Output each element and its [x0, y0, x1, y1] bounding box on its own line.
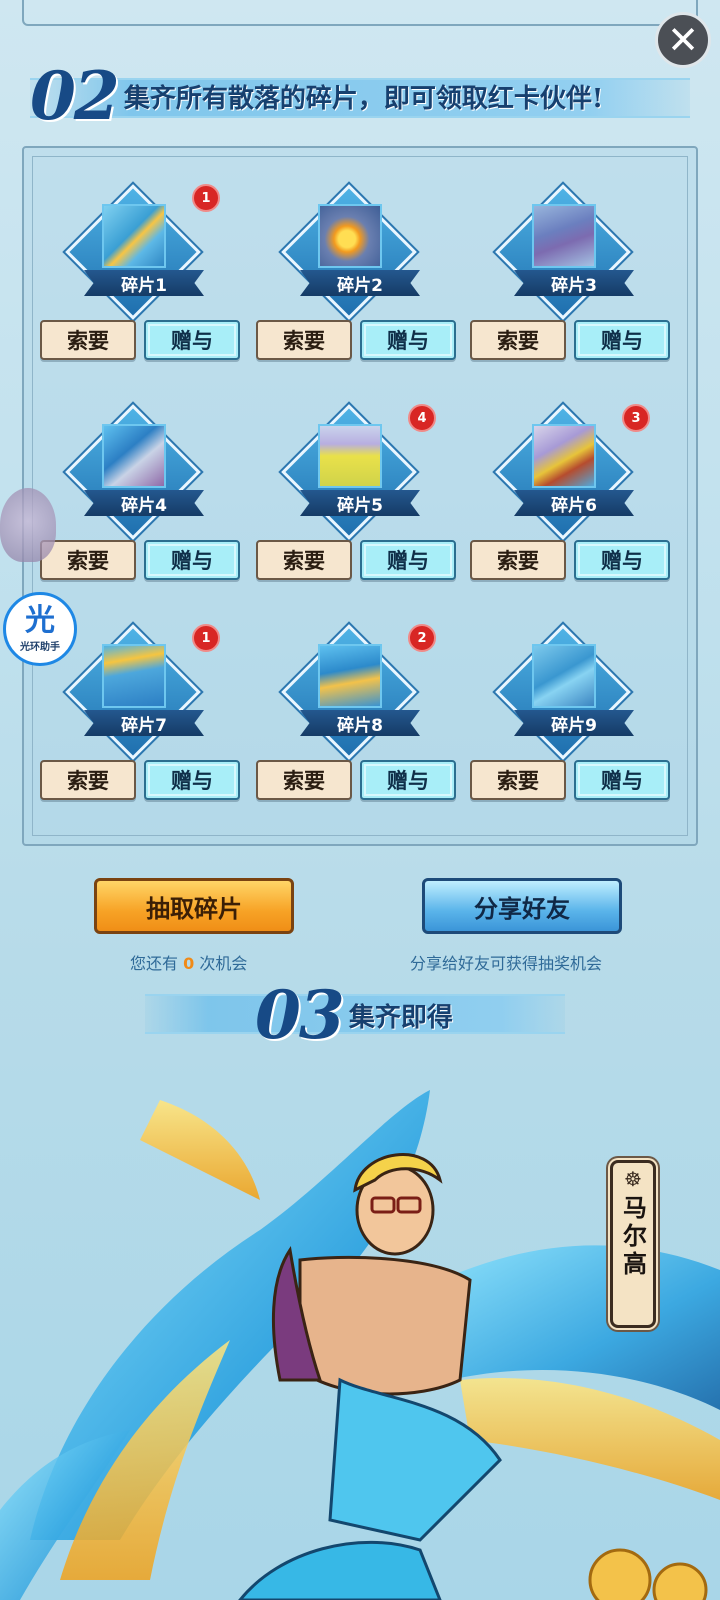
section-02-text: 集齐所有散落的碎片，即可领取红卡伙伴!: [123, 83, 604, 114]
section-03-title: 03 集齐即得: [145, 976, 565, 1054]
give-button[interactable]: 赠与: [144, 540, 240, 580]
give-button[interactable]: 赠与: [144, 320, 240, 360]
section-02-number: 02: [30, 57, 120, 135]
assistant-floating-button[interactable]: 光 光环助手: [3, 592, 77, 666]
fragment-image[interactable]: [318, 204, 382, 268]
ask-button[interactable]: 索要: [256, 320, 352, 360]
give-button[interactable]: 赠与: [360, 540, 456, 580]
give-button[interactable]: 赠与: [144, 760, 240, 800]
ship-wheel-icon: ☸: [624, 1167, 642, 1191]
fragment-image[interactable]: [532, 644, 596, 708]
share-friends-button[interactable]: 分享好友: [422, 878, 622, 934]
section-03-text: 集齐即得: [348, 1002, 453, 1033]
count-badge: 4: [408, 404, 436, 432]
fragment-image[interactable]: [318, 644, 382, 708]
fragment-card-6: 碎片6 3 索要 赠与: [470, 394, 680, 594]
fragment-label: 碎片6: [514, 490, 634, 516]
assistant-caption: 光环助手: [20, 641, 60, 653]
fragment-card-9: 碎片9 索要 赠与: [470, 614, 680, 814]
fragment-label: 碎片4: [84, 490, 204, 516]
section-03-number: 03: [255, 976, 345, 1054]
fragment-image[interactable]: [102, 204, 166, 268]
fragment-label: 碎片1: [84, 270, 204, 296]
give-button[interactable]: 赠与: [574, 320, 670, 360]
close-icon: ✕: [667, 18, 699, 62]
ask-button[interactable]: 索要: [256, 760, 352, 800]
ask-button[interactable]: 索要: [40, 320, 136, 360]
fragment-label: 碎片7: [84, 710, 204, 736]
count-badge: 1: [192, 184, 220, 212]
fragment-image[interactable]: [102, 644, 166, 708]
chances-remaining-text: 您还有 0 次机会: [130, 950, 247, 974]
fragment-image[interactable]: [532, 424, 596, 488]
section-02-title: 02 集齐所有散落的碎片，即可领取红卡伙伴!: [30, 57, 690, 135]
ask-button[interactable]: 索要: [470, 760, 566, 800]
count-badge: 1: [192, 624, 220, 652]
ask-button[interactable]: 索要: [470, 320, 566, 360]
fragment-image[interactable]: [318, 424, 382, 488]
give-button[interactable]: 赠与: [574, 760, 670, 800]
close-button[interactable]: ✕: [655, 12, 711, 68]
fragment-label: 碎片5: [300, 490, 420, 516]
ask-button[interactable]: 索要: [470, 540, 566, 580]
ask-button[interactable]: 索要: [40, 540, 136, 580]
chances-suffix: 次机会: [199, 954, 248, 973]
ask-button[interactable]: 索要: [40, 760, 136, 800]
floating-mascot-icon[interactable]: [0, 488, 56, 562]
fragments-panel: 碎片1 1 索要 赠与 碎片2 索要 赠与 碎片3 索要 赠与 碎片4 索要 赠…: [22, 146, 698, 846]
fragment-label: 碎片9: [514, 710, 634, 736]
fragment-card-8: 碎片8 2 索要 赠与: [256, 614, 466, 814]
fragment-card-3: 碎片3 索要 赠与: [470, 174, 680, 374]
fragment-card-4: 碎片4 索要 赠与: [40, 394, 250, 594]
fragment-image[interactable]: [532, 204, 596, 268]
count-badge: 2: [408, 624, 436, 652]
draw-fragment-button[interactable]: 抽取碎片: [94, 878, 294, 934]
chances-prefix: 您还有: [130, 954, 179, 973]
fragment-label: 碎片8: [300, 710, 420, 736]
give-button[interactable]: 赠与: [574, 540, 670, 580]
assistant-glyph: 光: [25, 602, 55, 638]
give-button[interactable]: 赠与: [360, 320, 456, 360]
fragment-card-2: 碎片2 索要 赠与: [256, 174, 466, 374]
chances-count: 0: [183, 954, 195, 973]
character-name-plate: ☸ 马尔高: [610, 1160, 656, 1328]
fragment-label: 碎片3: [514, 270, 634, 296]
ask-button[interactable]: 索要: [256, 540, 352, 580]
count-badge: 3: [622, 404, 650, 432]
share-hint-text: 分享给好友可获得抽奖机会: [410, 954, 603, 973]
fragment-image[interactable]: [102, 424, 166, 488]
fragment-card-5: 碎片5 4 索要 赠与: [256, 394, 466, 594]
fragment-label: 碎片2: [300, 270, 420, 296]
fragment-card-1: 碎片1 1 索要 赠与: [40, 174, 250, 374]
character-name: 马尔高: [618, 1195, 648, 1279]
top-frame: [22, 0, 698, 26]
reward-character-art: [0, 1090, 720, 1600]
give-button[interactable]: 赠与: [360, 760, 456, 800]
